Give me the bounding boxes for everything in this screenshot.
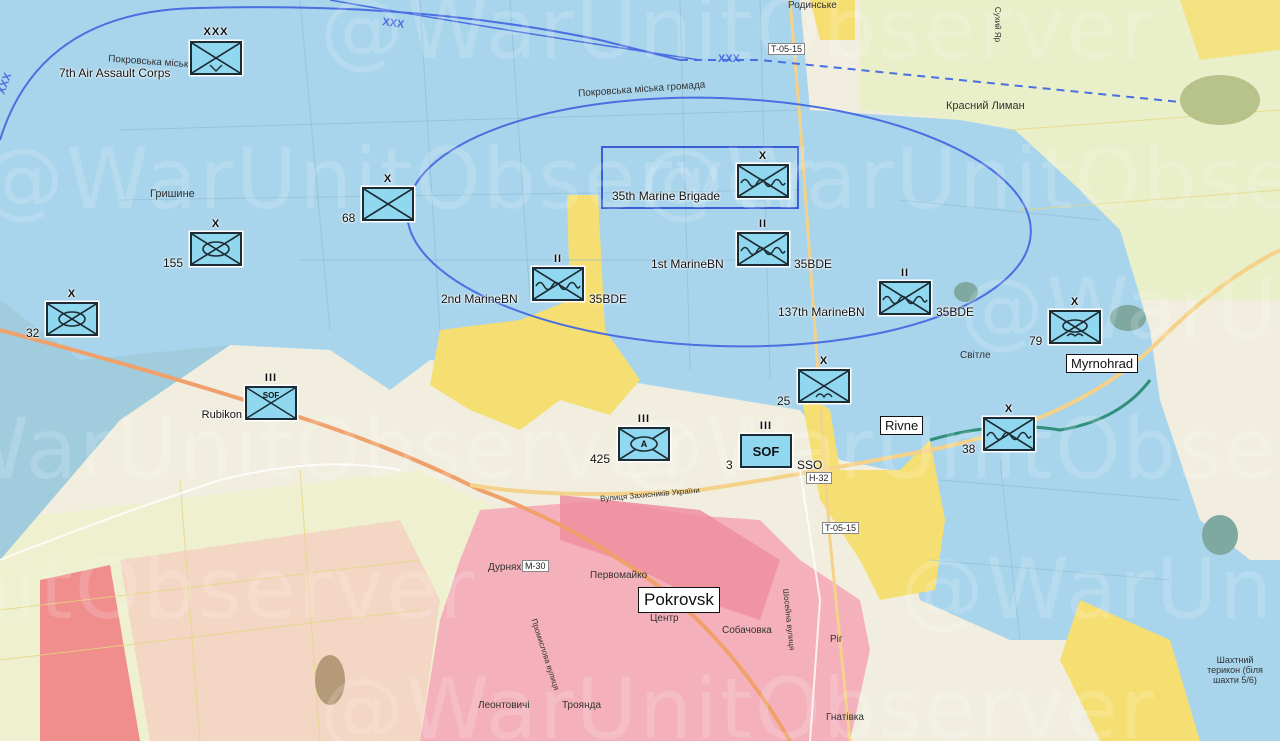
watermark: @WarUnitObserver [0, 400, 697, 498]
unit-label: 68 [342, 211, 356, 225]
place-label: Собачовка [722, 625, 772, 636]
watermark: @WarUnitObserver [620, 400, 1280, 498]
unit-label: 35th Marine Brigade [612, 189, 721, 203]
city-label-rivne: Rivne [880, 416, 924, 435]
road-shield: T-05-15 [768, 43, 806, 55]
watermark: @WarUnitObserver [0, 540, 477, 638]
place-label: Світле [960, 350, 991, 361]
unit-label: 137th MarineBN [778, 305, 865, 319]
airborne-symbol-icon [798, 369, 850, 403]
echelon-marker: X [383, 173, 393, 185]
echelon-marker: X [819, 355, 829, 367]
place-label: Шахтний терикон (біля шахти 5/6) [1207, 655, 1263, 685]
echelon-marker: X [758, 150, 768, 162]
watermark: @WarUnitObserver [960, 260, 1280, 358]
unit-label: 425 [590, 452, 611, 466]
place-label: Красний Лиман [946, 100, 1025, 112]
unit-sublabel: 35BDE [794, 257, 833, 271]
watermark: @WarUnitObserver [640, 130, 1280, 228]
road-shield: M-30 [522, 560, 549, 572]
echelon-marker: II [900, 267, 910, 279]
marine-symbol-icon [879, 281, 931, 315]
unit-label: 79 [1029, 334, 1043, 348]
unit-label: 3 [726, 458, 733, 472]
watermark: @WarUnitObserver [320, 0, 1157, 78]
place-label: Родинське [788, 0, 837, 11]
sof-symbol-icon: SOF [740, 434, 792, 468]
road-shield: T-05-15 [822, 522, 860, 534]
marine-symbol-icon [983, 417, 1035, 451]
unit-label: Rubikon [201, 409, 242, 421]
mechanized-symbol-icon [46, 302, 98, 336]
unit-sublabel: 35BDE [589, 292, 628, 306]
city-label-myrnohrad: Myrnohrad [1066, 354, 1139, 373]
place-label: Дурнях [488, 562, 522, 573]
echelon-marker: X [67, 288, 77, 300]
unit-label: 25 [777, 394, 791, 408]
echelon-marker: X [211, 218, 221, 230]
echelon-marker: XXX [203, 26, 229, 38]
unit-mark: SOF [752, 443, 780, 459]
map-view[interactable]: XXX XXX XXX @WarUnitObserver @WarUnitObs… [0, 0, 1280, 741]
unit-label: 2nd MarineBN [441, 292, 518, 306]
air-assault-symbol-icon [1049, 310, 1101, 344]
place-label: Ріг [830, 634, 843, 645]
unit-sublabel: SSO [797, 458, 823, 472]
echelon-marker: X [1070, 296, 1080, 308]
infantry-symbol-icon [190, 41, 242, 75]
unit-label: 7th Air Assault Corps [59, 66, 171, 80]
assault-symbol-icon: A [618, 427, 670, 461]
unit-label: 32 [26, 326, 40, 340]
city-label-pokrovsk: Pokrovsk [638, 587, 720, 613]
echelon-marker: III [264, 372, 278, 384]
place-label: Леонтовичі [478, 700, 530, 711]
unit-label: 155 [163, 256, 184, 270]
marine-symbol-icon [532, 267, 584, 301]
mechanized-symbol-icon [190, 232, 242, 266]
marine-symbol-icon [737, 232, 789, 266]
echelon-marker: III [759, 420, 773, 432]
infantry-symbol-icon [362, 187, 414, 221]
watermark: @WarUnitObserver [320, 660, 1157, 741]
sof-symbol-icon: SOF [245, 386, 297, 420]
place-label: Гришине [150, 188, 195, 200]
place-label: Гнатівка [826, 712, 864, 723]
place-label: Троянда [562, 700, 602, 711]
marine-symbol-icon [737, 164, 789, 198]
unit-label: 38 [962, 442, 976, 456]
unit-mark: A [640, 439, 648, 449]
echelon-marker: X [1004, 403, 1014, 415]
echelon-marker: III [637, 413, 651, 425]
unit-label: 1st MarineBN [651, 257, 724, 271]
place-label: Центр [650, 613, 679, 624]
place-label: Первомайко [590, 570, 648, 581]
road-shield: H-32 [806, 472, 832, 484]
watermark: @WarUnitObserver [900, 540, 1280, 638]
echelon-marker: II [553, 253, 563, 265]
unit-sublabel: 35BDE [936, 305, 975, 319]
place-label: Сухий Яр [993, 6, 1003, 43]
echelon-marker: II [758, 218, 768, 230]
